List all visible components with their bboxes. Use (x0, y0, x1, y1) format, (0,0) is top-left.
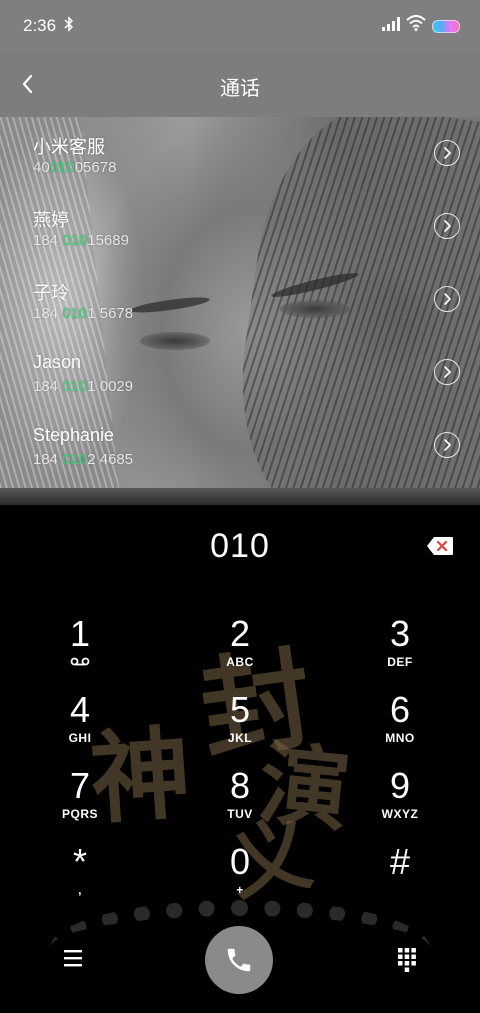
key-digit: 8 (229, 765, 251, 806)
key-letters: + (236, 883, 244, 897)
key-digit: 5 (229, 689, 251, 730)
contact-row[interactable]: 小米客服 4001005678 (0, 117, 480, 190)
dialpad-key-2[interactable]: 2 ABC (180, 615, 300, 689)
dialpad-key-8[interactable]: 8 TUV (180, 767, 300, 841)
contact-number: 4001005678 (33, 159, 116, 176)
dialed-number-display: 010 (210, 527, 270, 565)
key-letters: WXYZ (381, 807, 419, 821)
dialpad-key-5[interactable]: 5 JKL (180, 691, 300, 765)
key-digit: 7 (69, 765, 91, 806)
key-digit: # (389, 841, 411, 882)
dialpad-key-hash[interactable]: # (340, 843, 460, 917)
chevron-right-circle-icon[interactable] (434, 359, 460, 385)
bluetooth-icon (64, 16, 74, 32)
contact-name: 小米客服 (33, 137, 105, 157)
number-suffix: 15689 (87, 232, 129, 249)
key-letters: , (78, 883, 82, 897)
hamburger-menu-icon[interactable] (62, 948, 84, 968)
contact-name: Jason (33, 352, 82, 372)
number-prefix: 184 (33, 305, 63, 322)
status-bar: 2:36 (0, 0, 480, 52)
contact-number: 184 0101 0029 (33, 378, 133, 395)
list-divider (0, 488, 480, 505)
keypad-icon[interactable] (396, 946, 418, 972)
number-prefix: 40 (33, 159, 50, 176)
number-match-highlight: 010 (62, 378, 88, 395)
key-letters: DEF (387, 655, 413, 669)
contact-number: 184 01015689 (33, 232, 129, 249)
dialpad-key-4[interactable]: 4 GHI (20, 691, 140, 765)
number-prefix: 184 (33, 232, 63, 249)
voicemail-icon (70, 657, 90, 666)
number-suffix: 05678 (74, 159, 117, 176)
dialpad-key-7[interactable]: 7 PQRS (20, 767, 140, 841)
key-digit: 3 (389, 613, 411, 654)
call-button[interactable] (205, 926, 273, 994)
contact-row[interactable]: Stephanie 184 0102 4685 (0, 409, 480, 482)
key-digit: * (72, 841, 87, 882)
key-letters: MNO (385, 731, 415, 745)
chevron-right-circle-icon[interactable] (434, 213, 460, 239)
signal-icon (382, 17, 400, 31)
dialpad-key-star[interactable]: *, (20, 843, 140, 917)
wifi-icon (406, 15, 426, 31)
title-bar: 通话 (0, 52, 480, 117)
number-match-highlight: 010 (62, 451, 88, 468)
number-suffix: 1 0029 (87, 378, 134, 395)
key-digit: 9 (389, 765, 411, 806)
number-match-highlight: 010 (62, 232, 88, 249)
backspace-icon[interactable] (426, 536, 454, 556)
contact-row[interactable]: 燕婷 184 01015689 (0, 190, 480, 263)
battery-icon (432, 20, 460, 33)
status-time: 2:36 (23, 16, 57, 35)
number-prefix: 184 (33, 451, 63, 468)
number-prefix: 184 (33, 378, 63, 395)
chevron-right-circle-icon[interactable] (434, 286, 460, 312)
key-letters: TUV (227, 807, 253, 821)
contact-row[interactable]: 子玲 184 0101 5678 (0, 263, 480, 336)
key-digit: 0 (229, 841, 251, 882)
dialpad-key-3[interactable]: 3 DEF (340, 615, 460, 689)
dialer-screen: 2:36 通话 小米客服 4001005678 燕婷 184 01015689 子玲 18… (0, 0, 480, 1013)
chevron-right-circle-icon[interactable] (434, 140, 460, 166)
key-digit: 2 (229, 613, 251, 654)
dialpad-key-9[interactable]: 9 WXYZ (340, 767, 460, 841)
number-match-highlight: 010 (49, 159, 75, 176)
key-digit: 4 (69, 689, 91, 730)
dialpad-key-0[interactable]: 0 + (180, 843, 300, 917)
dialpad: 封 神 演 义 010 1 2 ABC 3 DEF 4 GHI 5 JKL 6 MNO 7 PQRS 8 T… (0, 505, 480, 1013)
number-suffix: 1 5678 (87, 305, 134, 322)
contact-results-list: 小米客服 4001005678 燕婷 184 01015689 子玲 184 0101 5… (0, 117, 480, 482)
key-digit: 6 (389, 689, 411, 730)
page-title: 通话 (220, 78, 260, 100)
key-letters: ABC (226, 655, 254, 669)
dialpad-key-1[interactable]: 1 (20, 615, 140, 689)
phone-icon (227, 948, 251, 972)
number-match-highlight: 010 (62, 305, 88, 322)
chevron-right-circle-icon[interactable] (434, 432, 460, 458)
dialpad-key-6[interactable]: 6 MNO (340, 691, 460, 765)
contact-name: 子玲 (33, 283, 69, 303)
number-suffix: 2 4685 (87, 451, 134, 468)
key-letters: GHI (68, 731, 92, 745)
contact-name: 燕婷 (33, 210, 69, 230)
key-letters: JKL (227, 731, 253, 745)
key-letters: PQRS (61, 807, 98, 821)
key-digit: 1 (69, 613, 91, 654)
contact-name: Stephanie (33, 425, 115, 445)
contact-number: 184 0101 5678 (33, 305, 133, 322)
contact-row[interactable]: Jason 184 0101 0029 (0, 336, 480, 409)
contact-number: 184 0102 4685 (33, 451, 133, 468)
